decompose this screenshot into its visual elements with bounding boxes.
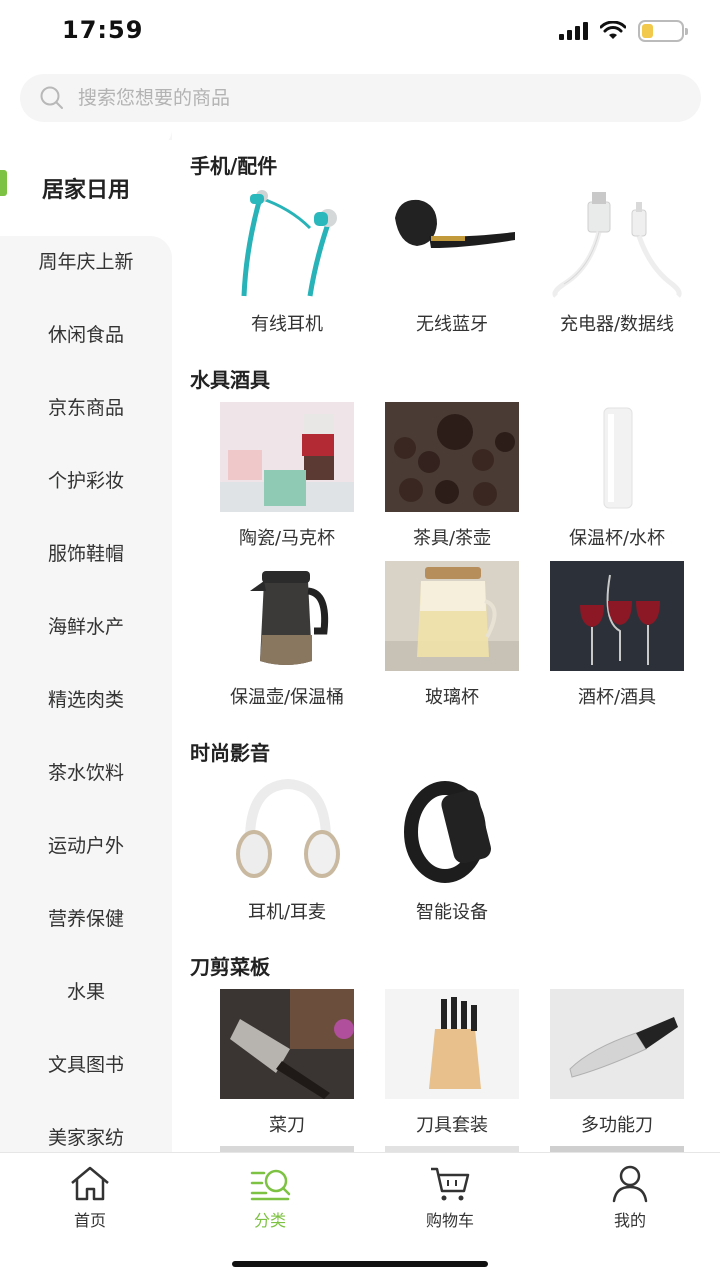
product-label: 玻璃杯 [425,687,479,708]
thermal-kettle-image [220,561,354,671]
sidebar-item-label: 运动户外 [47,835,124,857]
kitchen-knife-image [220,989,354,1099]
cellular-signal-icon [559,22,588,40]
bluetooth-headset-image [385,188,519,298]
section-title: 时尚影音 [190,741,270,765]
nav-profile[interactable]: 我的 [570,1163,690,1231]
glass-cup-image [385,561,519,671]
section-title: 刀剪菜板 [190,955,270,979]
sidebar-item[interactable]: 水果 [0,954,172,1027]
wifi-icon [600,21,626,39]
cart-icon [431,1167,470,1201]
category-search-icon [250,1169,291,1201]
sidebar-item-label: 美家家纺 [47,1127,124,1149]
sidebar-item[interactable]: 个护彩妆 [0,443,172,516]
wine-glasses-image [550,561,684,671]
multipurpose-knife-image [550,989,684,1099]
product-label: 无线蓝牙 [416,314,488,335]
sidebar-item[interactable]: 茶水饮料 [0,735,172,808]
product-tile[interactable]: 刀具套装 [385,989,519,1136]
nav-label: 我的 [613,1211,646,1230]
product-tile[interactable]: 菜刀 [220,989,354,1136]
product-tile[interactable]: 智能设备 [385,776,519,923]
sidebar-item[interactable]: 精选肉类 [0,662,172,735]
battery-icon [638,20,688,42]
sidebar-item[interactable]: 海鲜水产 [0,589,172,662]
sidebar-item[interactable]: 周年庆上新 [0,224,172,297]
nav-label: 购物车 [425,1211,474,1230]
product-tile[interactable]: 多功能刀 [550,989,684,1136]
nav-cart[interactable]: 购物车 [390,1163,510,1231]
nav-category[interactable]: 分类 [210,1163,330,1231]
section-title: 手机/配件 [190,154,278,178]
search-bar[interactable] [20,74,701,122]
product-label: 充电器/数据线 [559,314,675,335]
sidebar-item-label: 周年庆上新 [38,251,134,273]
sidebar-item[interactable]: 营养保健 [0,881,172,954]
product-label: 茶具/茶壶 [412,528,492,549]
sidebar-item-label: 个护彩妆 [47,470,124,492]
product-tile[interactable]: 陶瓷/马克杯 [220,402,354,549]
charging-cable-image [550,188,684,298]
product-label: 刀具套装 [416,1115,488,1136]
product-label: 保温壶/保温桶 [229,687,345,708]
home-indicator [232,1261,488,1267]
sidebar-item-label: 京东商品 [47,397,124,419]
product-label: 保温杯/水杯 [568,528,666,549]
sidebar-item[interactable]: 服饰鞋帽 [0,516,172,589]
nav-label: 分类 [253,1211,286,1230]
category-sidebar: 居家日用 周年庆上新 休闲食品 京东商品 个护彩妆 服饰鞋帽 海鲜水产 精选肉类… [0,130,172,1152]
sidebar-item-label: 居家日用 [41,178,130,203]
active-indicator [0,170,7,196]
product-tile[interactable]: 充电器/数据线 [550,188,684,335]
sidebar-item-active[interactable]: 居家日用 [0,140,172,236]
sidebar-item[interactable]: 休闲食品 [0,297,172,370]
wired-earphones-image [220,188,354,298]
product-tile[interactable]: 保温壶/保温桶 [220,561,354,708]
headphones-image [220,776,354,886]
thermos-cup-image [550,402,684,512]
status-icons [559,20,688,42]
status-time: 17:59 [62,16,144,44]
section-title: 水具酒具 [190,368,270,392]
knife-set-image [385,989,519,1099]
search-input[interactable] [78,87,638,109]
sidebar-item[interactable]: 运动户外 [0,808,172,881]
product-tile[interactable]: 无线蓝牙 [385,188,519,335]
sidebar-item-label: 休闲食品 [47,324,124,346]
product-tile[interactable]: 玻璃杯 [385,561,519,708]
product-label: 酒杯/酒具 [577,687,657,708]
sidebar-item-label: 文具图书 [47,1054,124,1076]
home-icon [71,1166,109,1201]
sidebar-item-label: 精选肉类 [47,689,124,711]
status-bar: 17:59 [0,0,720,64]
product-label: 智能设备 [416,902,488,923]
product-label: 菜刀 [269,1115,305,1136]
sidebar-item-label: 水果 [66,981,105,1003]
ceramic-mugs-image [220,402,354,512]
product-tile[interactable]: 保温杯/水杯 [550,402,684,549]
nav-home[interactable]: 首页 [30,1163,150,1231]
nav-label: 首页 [73,1211,106,1230]
product-label: 耳机/耳麦 [247,902,327,923]
product-tile[interactable]: 茶具/茶壶 [385,402,519,549]
smart-band-image [385,776,519,886]
sidebar-item[interactable]: 美家家纺 [0,1100,172,1152]
product-label: 多功能刀 [581,1115,653,1136]
sidebar-item-label: 海鲜水产 [47,616,124,638]
tea-set-image [385,402,519,512]
search-icon [40,86,63,109]
sidebar-item-label: 茶水饮料 [47,762,124,784]
product-tile[interactable]: 耳机/耳麦 [220,776,354,923]
category-content: 手机/配件 有线耳机 无线蓝牙 充电器/数据线 水具酒具 陶瓷/马克杯 茶具/茶… [172,140,720,1152]
profile-icon [612,1165,648,1203]
product-label: 有线耳机 [251,314,323,335]
product-tile[interactable]: 有线耳机 [220,188,354,335]
sidebar-item-label: 服饰鞋帽 [47,543,124,565]
sidebar-item-label: 营养保健 [47,908,124,930]
product-label: 陶瓷/马克杯 [238,528,336,549]
sidebar-item[interactable]: 京东商品 [0,370,172,443]
sidebar-item[interactable]: 文具图书 [0,1027,172,1100]
product-tile[interactable]: 酒杯/酒具 [550,561,684,708]
